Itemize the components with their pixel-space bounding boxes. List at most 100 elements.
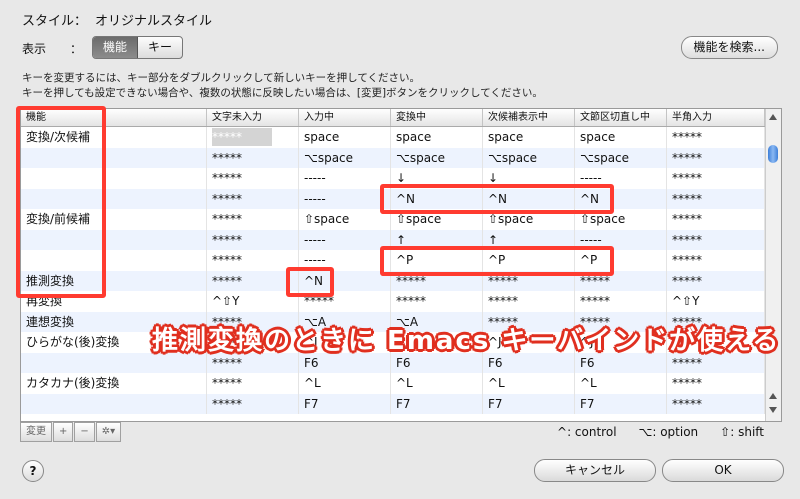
key-cell[interactable]: F7 xyxy=(575,393,667,414)
key-cell[interactable]: ^P xyxy=(483,250,575,271)
key-cell[interactable]: ↓ xyxy=(483,168,575,189)
table-row[interactable]: カタカナ(後)変換 ***** ^L ^L ^L ^L ***** xyxy=(21,373,765,394)
key-cell[interactable]: ^N xyxy=(575,188,667,209)
key-cell[interactable]: ^L xyxy=(575,373,667,394)
key-cell[interactable]: ***** xyxy=(667,393,765,414)
column-header-inputting[interactable]: 入力中 xyxy=(299,109,391,126)
key-cell[interactable]: ***** xyxy=(207,209,299,230)
column-header-function[interactable]: 機能 xyxy=(21,109,207,126)
key-cell[interactable]: ***** xyxy=(667,373,765,394)
key-cell[interactable]: ----- xyxy=(299,168,391,189)
key-cell[interactable]: ***** xyxy=(207,188,299,209)
gear-menu-icon[interactable]: ✲▾ xyxy=(95,422,122,442)
key-cell[interactable]: space xyxy=(575,127,667,148)
table-row[interactable]: 変換/前候補 ***** ⇧space ⇧space ⇧space ⇧space ***** xyxy=(21,209,765,230)
key-cell[interactable]: ⇧space xyxy=(299,209,391,230)
key-cell[interactable]: ***** xyxy=(483,270,575,291)
key-cell[interactable]: ----- xyxy=(299,229,391,250)
key-cell[interactable]: space xyxy=(483,127,575,148)
key-cell[interactable]: ***** xyxy=(207,229,299,250)
vertical-scrollbar[interactable] xyxy=(765,109,781,421)
key-cell[interactable]: ***** xyxy=(207,168,299,189)
search-function-button[interactable]: 機能を検索... xyxy=(680,36,778,59)
view-segmented-control[interactable]: 機能 キー xyxy=(92,36,184,59)
ok-button[interactable]: OK xyxy=(662,459,784,482)
table-row[interactable]: ***** ⌥space ⌥space ⌥space ⌥space ***** xyxy=(21,147,765,168)
key-cell[interactable]: ***** xyxy=(207,147,299,168)
key-cell[interactable]: ***** xyxy=(207,270,299,291)
column-header-candidates[interactable]: 次候補表示中 xyxy=(483,109,575,126)
cancel-button[interactable]: キャンセル xyxy=(534,459,656,482)
key-cell[interactable]: ⌥space xyxy=(391,147,483,168)
tab-key[interactable]: キー xyxy=(138,37,182,58)
key-cell[interactable]: ⌥space xyxy=(575,147,667,168)
scroll-top-arrow-icon[interactable] xyxy=(769,114,777,120)
table-row[interactable]: ***** ----- ↓ ↓ ----- ***** xyxy=(21,168,765,189)
key-cell[interactable]: ^⇧Y xyxy=(207,291,299,312)
key-cell[interactable]: ***** xyxy=(667,127,765,148)
key-cell[interactable]: ***** xyxy=(667,250,765,271)
key-cell[interactable]: ***** xyxy=(207,250,299,271)
key-cell[interactable]: ***** xyxy=(207,127,299,148)
column-header-no-input[interactable]: 文字未入力 xyxy=(207,109,299,126)
table-row[interactable]: ***** F7 F7 F7 F7 ***** xyxy=(21,393,765,414)
key-cell[interactable]: ***** xyxy=(667,168,765,189)
key-cell[interactable]: ----- xyxy=(299,188,391,209)
help-icon[interactable]: ? xyxy=(22,460,44,482)
change-button[interactable]: 変更 xyxy=(20,422,52,442)
key-cell[interactable]: ^L xyxy=(483,373,575,394)
key-cell[interactable]: ----- xyxy=(299,250,391,271)
key-cell[interactable]: ***** xyxy=(483,291,575,312)
key-cell[interactable]: F7 xyxy=(391,393,483,414)
key-cell[interactable]: ***** xyxy=(207,393,299,414)
tab-function[interactable]: 機能 xyxy=(93,37,139,58)
table-row[interactable]: ***** ----- ^N ^N ^N ***** xyxy=(21,188,765,209)
key-cell[interactable]: ^L xyxy=(391,373,483,394)
add-button[interactable]: + xyxy=(53,422,74,442)
key-cell[interactable]: ⇧space xyxy=(391,209,483,230)
column-header-resegment[interactable]: 文節区切直し中 xyxy=(575,109,667,126)
key-cell[interactable]: ⌥space xyxy=(299,147,391,168)
table-row[interactable]: ***** ----- ↑ ↑ ----- ***** xyxy=(21,229,765,250)
remove-button[interactable]: − xyxy=(74,422,95,442)
key-cell[interactable]: ***** xyxy=(575,270,667,291)
key-cell[interactable]: ^N xyxy=(483,188,575,209)
scroll-thumb[interactable] xyxy=(768,145,778,163)
key-cell[interactable]: ⌥space xyxy=(483,147,575,168)
table-row[interactable]: 変換/次候補 ***** space space space space ***** xyxy=(21,127,765,148)
key-cell[interactable]: ^⇧Y xyxy=(667,291,765,312)
key-cell[interactable]: ↑ xyxy=(483,229,575,250)
key-cell[interactable]: ***** xyxy=(667,270,765,291)
key-cell[interactable]: F7 xyxy=(299,393,391,414)
key-cell[interactable]: ***** xyxy=(667,229,765,250)
scroll-up-arrow-icon[interactable] xyxy=(769,393,777,399)
key-cell[interactable]: ↓ xyxy=(391,168,483,189)
key-cell[interactable]: space xyxy=(299,127,391,148)
key-cell[interactable]: ^N xyxy=(299,270,391,291)
table-row[interactable]: ***** ----- ^P ^P ^P ***** xyxy=(21,250,765,271)
key-cell[interactable]: ^L xyxy=(299,373,391,394)
column-header-halfwidth[interactable]: 半角入力 xyxy=(667,109,765,126)
scroll-down-arrow-icon[interactable] xyxy=(769,407,777,413)
key-cell[interactable]: space xyxy=(391,127,483,148)
key-cell[interactable]: ***** xyxy=(667,209,765,230)
key-cell[interactable]: ***** xyxy=(207,373,299,394)
key-cell[interactable]: ***** xyxy=(667,188,765,209)
key-cell[interactable]: ***** xyxy=(391,270,483,291)
key-cell[interactable]: ⇧space xyxy=(575,209,667,230)
table-row[interactable]: 再変換 ^⇧Y ***** ***** ***** ***** ^⇧Y xyxy=(21,291,765,312)
key-cell[interactable]: F7 xyxy=(483,393,575,414)
key-cell[interactable]: ^N xyxy=(391,188,483,209)
table-row[interactable]: 推測変換 ***** ^N ***** ***** ***** ***** xyxy=(21,270,765,291)
key-cell[interactable]: ----- xyxy=(575,229,667,250)
column-header-converting[interactable]: 変換中 xyxy=(391,109,483,126)
key-cell[interactable]: ----- xyxy=(575,168,667,189)
key-cell[interactable]: ***** xyxy=(667,147,765,168)
key-cell[interactable]: ^P xyxy=(575,250,667,271)
key-cell[interactable]: ***** xyxy=(391,291,483,312)
key-cell[interactable]: ⇧space xyxy=(483,209,575,230)
key-cell[interactable]: ^P xyxy=(391,250,483,271)
key-cell[interactable]: ***** xyxy=(299,291,391,312)
key-cell[interactable]: ***** xyxy=(575,291,667,312)
key-cell[interactable]: ↑ xyxy=(391,229,483,250)
